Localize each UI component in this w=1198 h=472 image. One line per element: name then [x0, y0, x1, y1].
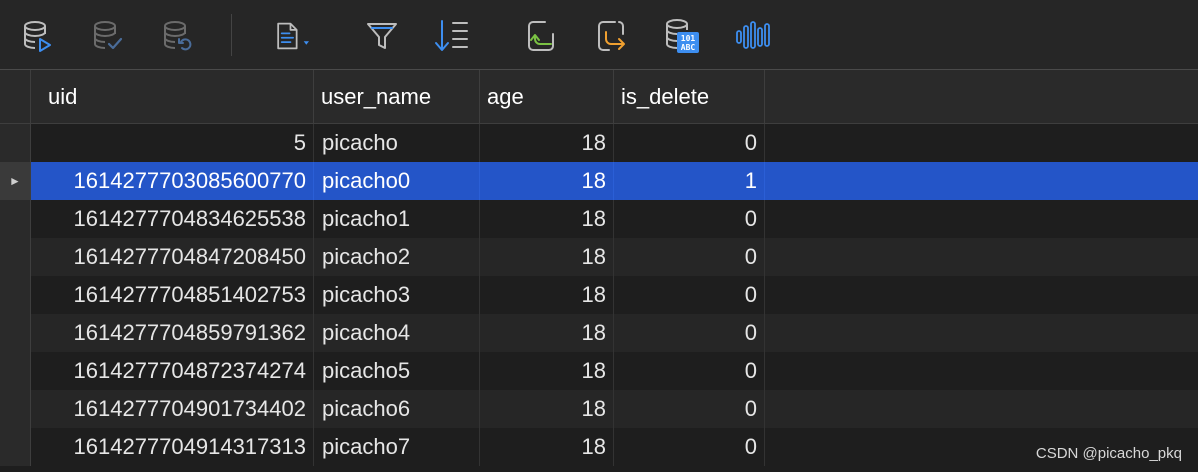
- cell-age[interactable]: 18: [480, 428, 614, 466]
- cell-user-name[interactable]: picacho4: [314, 314, 480, 352]
- svg-text:101: 101: [681, 34, 696, 43]
- selected-row-marker-icon: ►: [9, 174, 21, 188]
- export-icon: [598, 21, 625, 51]
- row-header[interactable]: [0, 124, 31, 162]
- rollback-button[interactable]: [156, 14, 200, 58]
- import-button[interactable]: [519, 14, 563, 58]
- text-view-button[interactable]: 101 ABC: [660, 14, 704, 58]
- sort-button[interactable]: [430, 14, 474, 58]
- cell-user-name[interactable]: picacho2: [314, 238, 480, 276]
- cell-is-delete[interactable]: 0: [614, 238, 765, 276]
- row-header[interactable]: [0, 200, 31, 238]
- table-row[interactable]: 1614277704834625538 picacho1 18 0: [0, 200, 1198, 238]
- row-header[interactable]: ►: [0, 162, 31, 200]
- cell-uid[interactable]: 1614277704872374274: [31, 352, 314, 390]
- cell-age[interactable]: 18: [480, 390, 614, 428]
- cell-age[interactable]: 18: [480, 162, 614, 200]
- cell-user-name[interactable]: picacho1: [314, 200, 480, 238]
- cell-is-delete[interactable]: 0: [614, 428, 765, 466]
- document-menu-icon: [277, 22, 309, 50]
- watermark: CSDN @picacho_pkq: [1035, 445, 1182, 462]
- row-header[interactable]: [0, 390, 31, 428]
- table-row[interactable]: 5 picacho 18 0: [0, 124, 1198, 162]
- cell-uid[interactable]: 1614277704859791362: [31, 314, 314, 352]
- cell-user-name[interactable]: picacho: [314, 124, 480, 162]
- toolbar-separator: [231, 14, 232, 56]
- commit-button[interactable]: [86, 14, 130, 58]
- waveform-icon: [736, 21, 770, 49]
- import-icon: [528, 21, 554, 51]
- table-row[interactable]: 1614277704901734402 picacho6 18 0: [0, 390, 1198, 428]
- cell-user-name[interactable]: picacho7: [314, 428, 480, 466]
- cell-age[interactable]: 18: [480, 200, 614, 238]
- table-row[interactable]: ► 1614277703085600770 picacho0 18 1: [0, 162, 1198, 200]
- cell-user-name[interactable]: picacho0: [314, 162, 480, 200]
- cell-uid[interactable]: 1614277704901734402: [31, 390, 314, 428]
- cell-user-name[interactable]: picacho5: [314, 352, 480, 390]
- cell-age[interactable]: 18: [480, 314, 614, 352]
- filter-icon: [367, 23, 397, 49]
- database-text-icon: 101 ABC: [666, 19, 699, 53]
- cell-is-delete[interactable]: 0: [614, 314, 765, 352]
- table-body: 5 picacho 18 0 ► 1614277703085600770 picacho0 1…: [0, 124, 1198, 466]
- cell-uid[interactable]: 1614277704834625538: [31, 200, 314, 238]
- run-query-button[interactable]: [16, 14, 60, 58]
- database-run-icon: [24, 21, 51, 52]
- cell-is-delete[interactable]: 0: [614, 352, 765, 390]
- database-rollback-icon: [164, 21, 192, 51]
- row-header[interactable]: [0, 428, 31, 466]
- sort-icon: [435, 20, 468, 51]
- waveform-button[interactable]: [730, 14, 774, 58]
- data-grid: uid user_name age is_delete 5 picacho 18 0 ►…: [0, 70, 1198, 472]
- cell-age[interactable]: 18: [480, 352, 614, 390]
- table-row[interactable]: 1614277704851402753 picacho3 18 0: [0, 276, 1198, 314]
- cell-uid[interactable]: 1614277704851402753: [31, 276, 314, 314]
- export-button[interactable]: [589, 14, 633, 58]
- cell-uid[interactable]: 1614277704847208450: [31, 238, 314, 276]
- cell-is-delete[interactable]: 0: [614, 276, 765, 314]
- row-header[interactable]: [0, 276, 31, 314]
- column-header-row: uid user_name age is_delete: [0, 70, 1198, 124]
- cell-user-name[interactable]: picacho6: [314, 390, 480, 428]
- cell-is-delete[interactable]: 0: [614, 124, 765, 162]
- cell-age[interactable]: 18: [480, 276, 614, 314]
- cell-age[interactable]: 18: [480, 238, 614, 276]
- table-row[interactable]: 1614277704872374274 picacho5 18 0: [0, 352, 1198, 390]
- row-header[interactable]: [0, 238, 31, 276]
- table-row[interactable]: 1614277704914317313 picacho7 18 0: [0, 428, 1198, 466]
- row-header[interactable]: [0, 314, 31, 352]
- cell-is-delete[interactable]: 0: [614, 390, 765, 428]
- table-row[interactable]: 1614277704847208450 picacho2 18 0: [0, 238, 1198, 276]
- cell-is-delete[interactable]: 1: [614, 162, 765, 200]
- row-header-corner: [0, 70, 31, 124]
- column-header-user-name[interactable]: user_name: [314, 70, 480, 124]
- database-grid-window: 101 ABC uid user_name age is_delete 5 pic…: [0, 0, 1198, 472]
- toolbar: 101 ABC: [0, 0, 1198, 70]
- cell-uid[interactable]: 1614277703085600770: [31, 162, 314, 200]
- document-menu-button[interactable]: [272, 14, 316, 58]
- cell-age[interactable]: 18: [480, 124, 614, 162]
- column-header-is-delete[interactable]: is_delete: [614, 70, 765, 124]
- svg-text:ABC: ABC: [681, 43, 696, 52]
- database-commit-icon: [94, 21, 123, 50]
- cell-user-name[interactable]: picacho3: [314, 276, 480, 314]
- column-header-age[interactable]: age: [480, 70, 614, 124]
- column-header-uid[interactable]: uid: [31, 70, 314, 124]
- table-row[interactable]: 1614277704859791362 picacho4 18 0: [0, 314, 1198, 352]
- cell-uid[interactable]: 1614277704914317313: [31, 428, 314, 466]
- cell-uid[interactable]: 5: [31, 124, 314, 162]
- cell-is-delete[interactable]: 0: [614, 200, 765, 238]
- filter-button[interactable]: [360, 14, 404, 58]
- row-header[interactable]: [0, 352, 31, 390]
